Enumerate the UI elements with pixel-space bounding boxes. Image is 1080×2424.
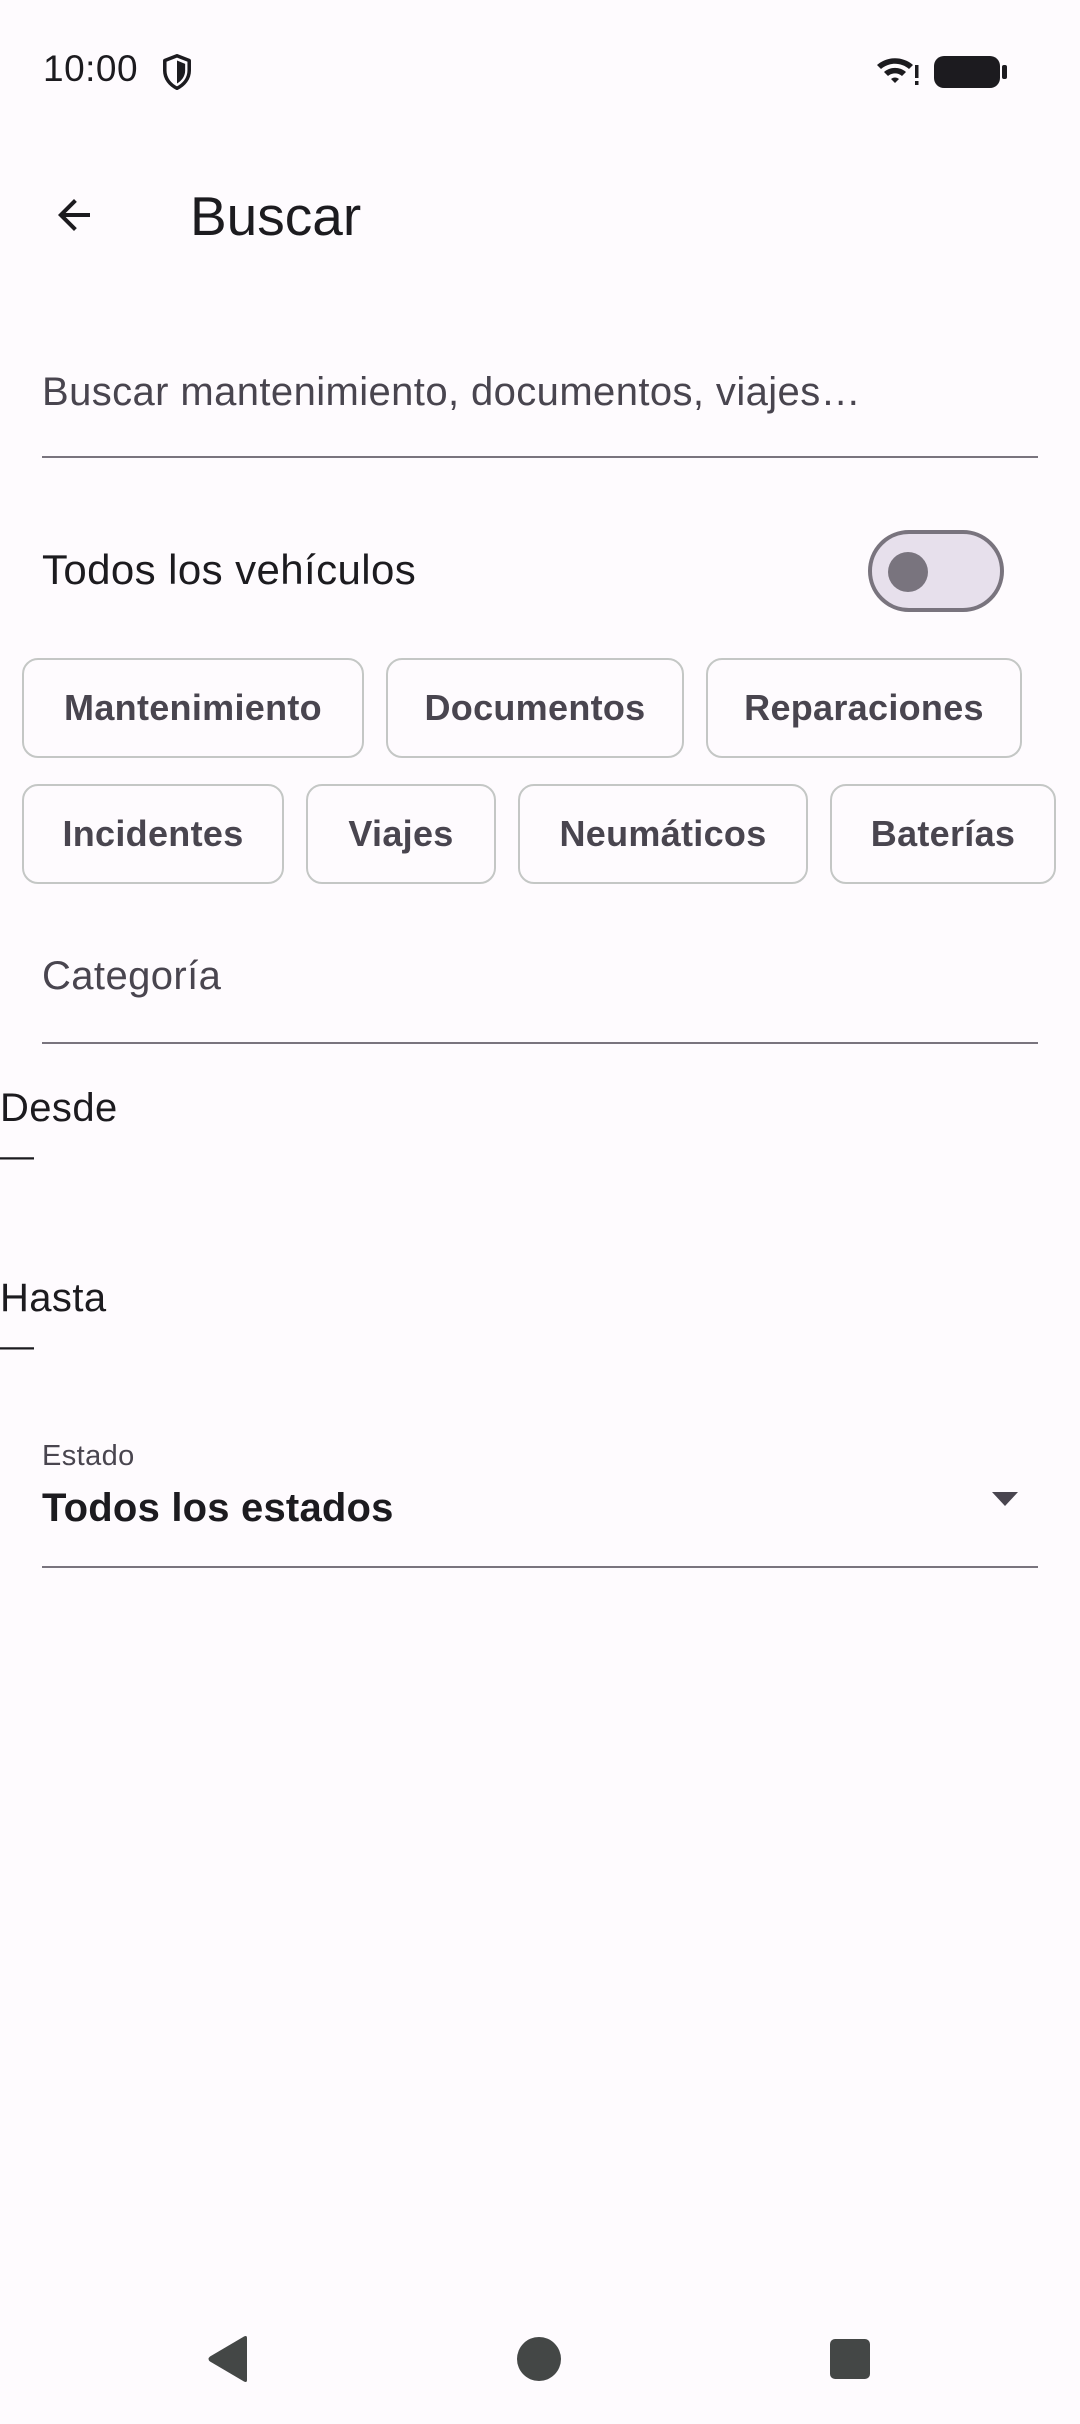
shield-icon	[163, 53, 191, 91]
all-vehicles-label: Todos los vehículos	[42, 546, 417, 593]
nav-home-icon[interactable]	[516, 2336, 562, 2382]
status-time: 10:00	[43, 48, 139, 89]
status-select[interactable]: Estado Todos los estados	[42, 1440, 1038, 1568]
filter-chips: Mantenimiento Documentos Reparaciones In…	[22, 658, 1072, 910]
wifi-icon	[877, 58, 919, 85]
chip-neumaticos[interactable]: Neumáticos	[518, 784, 808, 884]
chip-row-2: Incidentes Viajes Neumáticos Baterías	[22, 784, 1072, 884]
date-from-label: Desde	[0, 1086, 118, 1130]
date-from-value: —	[0, 1137, 34, 1175]
chip-incidentes[interactable]: Incidentes	[22, 784, 284, 884]
category-input[interactable]	[42, 946, 1032, 1006]
category-field[interactable]	[42, 940, 1038, 1044]
chip-baterias[interactable]: Baterías	[830, 784, 1056, 884]
date-to[interactable]: Hasta —	[0, 1276, 400, 1366]
system-nav-bar	[0, 2290, 1080, 2424]
chip-reparaciones[interactable]: Reparaciones	[706, 658, 1022, 758]
chip-row-1: Mantenimiento Documentos Reparaciones	[22, 658, 1072, 758]
search-field[interactable]	[42, 350, 1038, 458]
chip-mantenimiento[interactable]: Mantenimiento	[22, 658, 364, 758]
date-from[interactable]: Desde —	[0, 1086, 400, 1176]
nav-back-icon[interactable]	[205, 2334, 251, 2384]
chip-documentos[interactable]: Documentos	[386, 658, 684, 758]
page-title: Buscar	[190, 185, 362, 247]
arrow-back-icon	[58, 199, 90, 231]
back-button[interactable]	[34, 175, 114, 255]
switch-thumb	[888, 552, 928, 592]
status-select-value: Todos los estados	[42, 1486, 394, 1530]
search-input[interactable]	[42, 362, 1032, 422]
nav-recents-icon[interactable]	[829, 2338, 871, 2380]
status-bar: 10:00	[0, 0, 1080, 140]
chip-viajes[interactable]: Viajes	[306, 784, 496, 884]
battery-icon	[934, 56, 1007, 88]
arrow-drop-down-icon	[992, 1492, 1018, 1506]
date-to-value: —	[0, 1327, 34, 1365]
date-to-label: Hasta	[0, 1276, 107, 1320]
app-bar: Buscar	[0, 140, 1080, 290]
all-vehicles-switch[interactable]	[868, 530, 1004, 612]
status-select-label: Estado	[42, 1440, 135, 1472]
all-vehicles-row[interactable]: Todos los vehículos	[42, 530, 1038, 614]
